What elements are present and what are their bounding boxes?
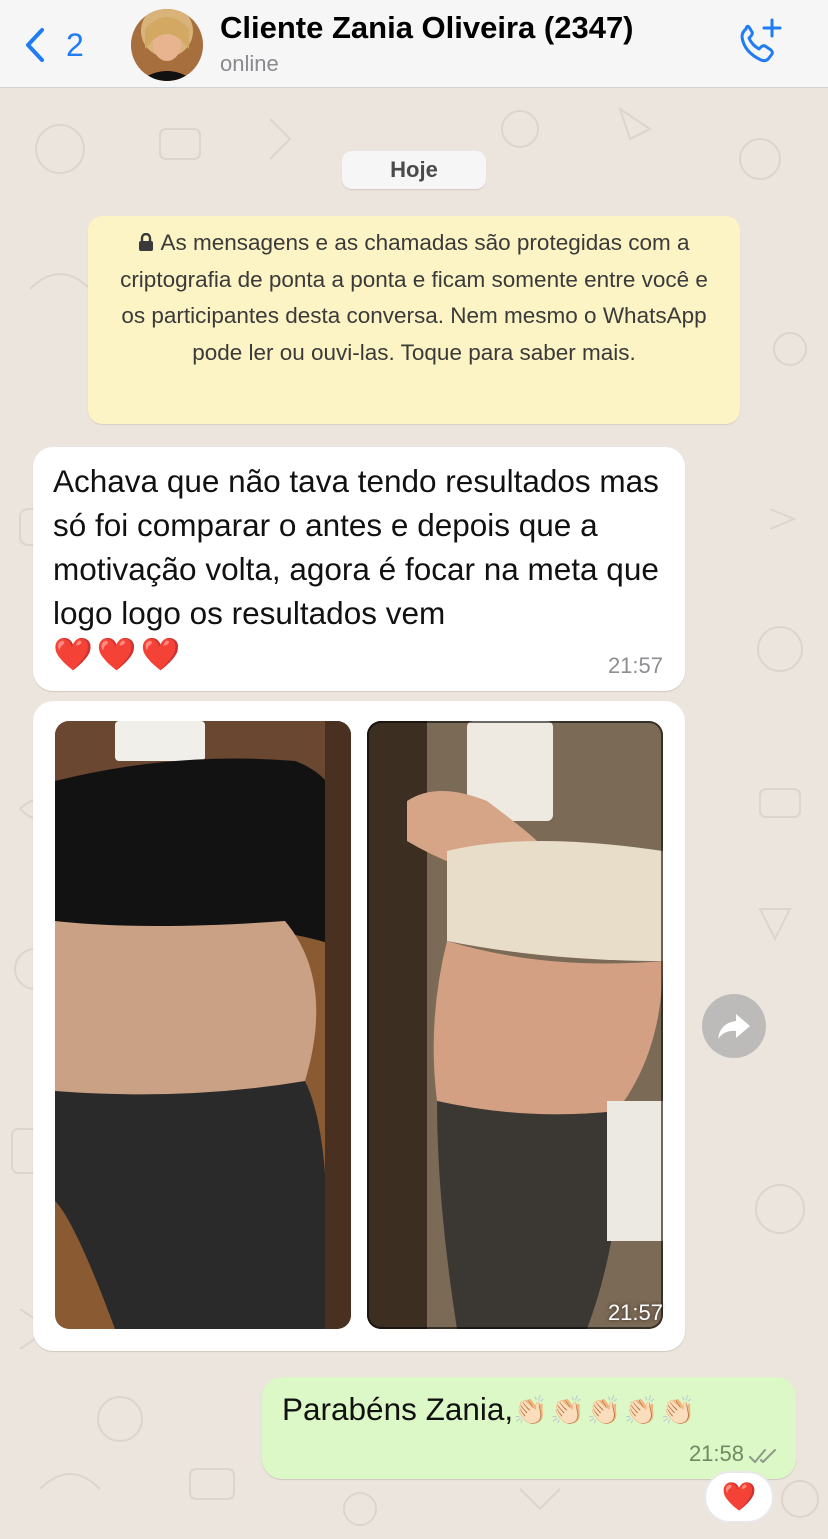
encryption-notice[interactable]: As mensagens e as chamadas são protegida… xyxy=(88,216,740,424)
double-check-icon xyxy=(749,1449,776,1463)
incoming-message[interactable]: Achava que não tava tendo resultados mas… xyxy=(33,447,685,691)
contact-status: online xyxy=(220,51,279,76)
back-button[interactable]: 2 xyxy=(20,20,84,70)
lock-icon xyxy=(139,233,154,251)
heart-reaction[interactable]: ❤️ xyxy=(704,1471,774,1523)
message-text-content: Parabéns Zania, xyxy=(282,1391,514,1427)
add-call-button[interactable] xyxy=(734,16,786,68)
contact-name[interactable]: Cliente Zania Oliveira (2347) xyxy=(220,10,634,46)
avatar[interactable] xyxy=(131,9,203,81)
message-text: Achava que não tava tendo resultados mas… xyxy=(53,463,659,631)
encryption-notice-text: As mensagens e as chamadas são protegida… xyxy=(120,230,708,365)
chat-header: 2 Cliente Zania Oliveira (2347) online xyxy=(0,0,828,88)
date-separator: Hoje xyxy=(342,151,486,189)
outgoing-message[interactable]: Parabéns Zania,👏🏻👏🏻👏🏻👏🏻👏🏻 21:58 xyxy=(262,1377,796,1479)
unread-count: 2 xyxy=(66,26,84,63)
forward-icon xyxy=(718,1014,750,1039)
incoming-image-message[interactable]: 21:57 xyxy=(33,701,685,1351)
forward-button[interactable] xyxy=(702,994,766,1058)
message-time: 21:57 xyxy=(607,653,663,678)
message-text: Parabéns Zania,👏🏻👏🏻👏🏻👏🏻👏🏻 xyxy=(282,1391,697,1428)
message-time: 21:58 xyxy=(688,1441,744,1466)
message-time: 21:57 xyxy=(607,1300,663,1325)
before-photo[interactable] xyxy=(55,721,351,1329)
after-photo[interactable] xyxy=(367,721,663,1329)
message-emoji: 👏🏻👏🏻👏🏻👏🏻👏🏻 xyxy=(513,1395,698,1426)
phone-plus-icon xyxy=(740,18,782,63)
chevron-left-icon xyxy=(26,28,44,62)
chat-area[interactable]: Hoje As mensagens e as chamadas são prot… xyxy=(0,89,828,1539)
message-emoji: ❤️❤️❤️ xyxy=(53,636,185,672)
